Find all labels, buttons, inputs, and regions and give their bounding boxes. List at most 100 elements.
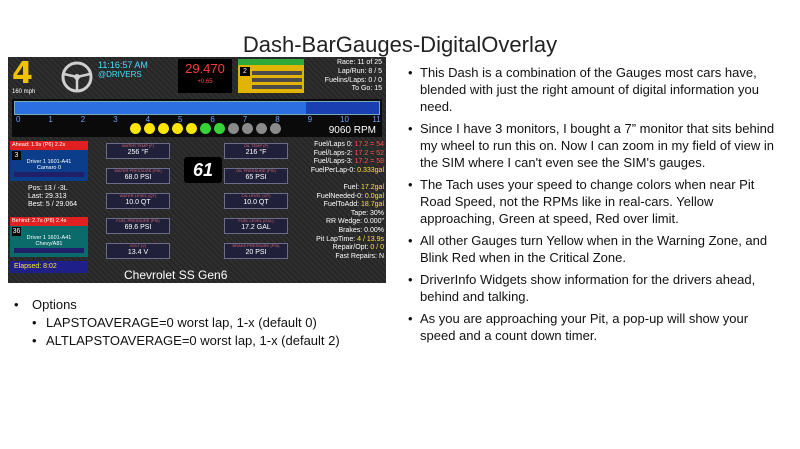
info-line: Fuel/Laps-2: 17.2 = 52 <box>278 150 384 159</box>
info-line: FuelPerLap-0: 0.333gal <box>278 167 384 176</box>
info-value: 17.2 = 52 <box>354 149 384 157</box>
info-value: 18.7gal <box>361 201 384 209</box>
gauge-value: 68.0 PSI <box>124 174 152 181</box>
gauge-value: 13.4 V <box>127 249 149 256</box>
info-value: 17.2 = 58 <box>354 158 384 166</box>
race-line: To Go: 15 <box>351 85 382 93</box>
race-info: Race: 11 of 25 Lap/Run: 8 / 5 Fuelins/La… <box>306 59 382 94</box>
info-value: 0.0gal <box>364 192 384 200</box>
tach-tick-label: 9 <box>307 115 313 124</box>
info-label: Fuel/Laps-3: <box>313 158 355 166</box>
gauge-label: WATER PRESSURE (PSI) <box>114 168 162 173</box>
shift-light <box>270 123 281 134</box>
best-lap-stat: Best: 5 / 29.064 <box>28 201 78 208</box>
pit-status-bar <box>238 59 304 65</box>
pit-widget: 2 <box>238 59 304 93</box>
bullet-item: All other Gauges turn Yellow when in the… <box>408 232 778 266</box>
bullet-item: This Dash is a combination of the Gauges… <box>408 64 778 115</box>
info-label: Repair/Opt: <box>332 244 371 252</box>
pit-badge: 2 <box>240 67 250 76</box>
shift-light <box>242 123 253 134</box>
option-item: ALTLAPSTOAVERAGE=0 worst lap, 1-x (defau… <box>14 332 340 350</box>
info-line: Fuel/Laps-3: 17.2 = 58 <box>278 158 384 167</box>
info-label: FuelToAdd: <box>323 201 362 209</box>
gauge-bar: WATER LEVEL (QT) 10.0 QT <box>106 193 170 209</box>
gauge-label: FUEL PRESSURE (PSI) <box>116 218 160 223</box>
bullet-item: DriverInfo Widgets show information for … <box>408 271 778 305</box>
clock-readout: 11:16:57 AM <box>98 60 148 70</box>
info-value: 0 / 0 <box>370 244 384 252</box>
info-line: FuelToAdd: 18.7gal <box>278 201 384 210</box>
info-line: RR Wedge: 0.000" <box>278 218 384 227</box>
drivers-tag: @DRIVERS <box>98 70 142 79</box>
gauge-label: VOLT (V) <box>129 243 147 248</box>
shift-light <box>256 123 267 134</box>
options-heading: Options <box>14 296 340 314</box>
info-line: FuelNeeded-0: 0.0gal <box>278 193 384 202</box>
gauge-label: WATER LEVEL (QT) <box>119 193 157 198</box>
shift-light <box>172 123 183 134</box>
slide-title: Dash-BarGauges-DigitalOverlay <box>242 32 558 57</box>
tach-tick-label: 6 <box>210 115 215 124</box>
bullet-item: As you are approaching your Pit, a pop-u… <box>408 310 778 344</box>
info-label: Brakes: <box>338 226 365 234</box>
rpm-readout: 9060 RPM <box>328 125 376 136</box>
info-value: 30% <box>369 209 384 217</box>
feature-bullets: This Dash is a combination of the Gauges… <box>408 64 778 349</box>
info-line: Pit LapTime: 4 / 13.9s <box>278 236 384 245</box>
info-line: Fast Repairs: N <box>278 253 384 262</box>
info-value: 17.2 = 54 <box>354 141 384 148</box>
driver-ahead-team: Camaro 0 <box>36 165 62 171</box>
info-label: RR Wedge: <box>325 218 364 226</box>
driver-behind-grid <box>14 248 84 253</box>
shift-light <box>228 123 239 134</box>
info-line <box>278 175 384 184</box>
bullet-item: Since I have 3 monitors, I bought a 7” m… <box>408 120 778 171</box>
info-label: Tape: <box>350 209 370 217</box>
info-line: Fuel/Laps 0: 17.2 = 54 <box>278 141 384 150</box>
info-value: 0.000" <box>363 218 384 226</box>
tach-tick-label: 11 <box>372 115 381 124</box>
options-list: Options LAPSTOAVERAGE=0 worst lap, 1-x (… <box>14 296 340 350</box>
gauge-bar: WATER TEMP (F) 256 °F <box>106 143 170 159</box>
fuel-delta: +0.65 <box>197 79 213 85</box>
info-line: Repair/Opt: 0 / 0 <box>278 244 384 253</box>
tach-tick-label: 1 <box>48 115 53 124</box>
gauge-value: 69.6 PSI <box>124 224 152 231</box>
gauge-bar: VOLT (V) 13.4 V <box>106 243 170 259</box>
dashboard-screenshot: 4 160 mph 11:16:57 AM @DRIVERS 29.470 +0… <box>8 57 386 283</box>
steering-wheel-icon <box>61 61 93 93</box>
gauge-value: 256 °F <box>127 149 149 156</box>
shift-light <box>186 123 197 134</box>
pit-row <box>252 78 302 82</box>
gear-indicator: 4 <box>12 57 33 91</box>
option-item: LAPSTOAVERAGE=0 worst lap, 1-x (default … <box>14 314 340 332</box>
info-label: Fuel/Laps-2: <box>313 149 355 157</box>
tach-tick-label: 10 <box>340 115 349 124</box>
bullet-item: The Tach uses your speed to change color… <box>408 176 778 227</box>
info-line: Tape: 30% <box>278 210 384 219</box>
pit-row <box>252 71 302 75</box>
shift-light <box>130 123 141 134</box>
car-name: Chevrolet SS Gen6 <box>124 268 228 282</box>
driver-ahead-header: Ahead: 1.9s (P6) 2.2s <box>10 141 88 150</box>
info-label: FuelNeeded-0: <box>316 192 365 200</box>
race-line: Race: 11 of 25 <box>336 59 382 66</box>
info-label: FuelPerLap-0: <box>310 166 358 174</box>
driver-behind-widget: Behind: 2.7s (P8) 2.4s 36 Driver 1 1601-… <box>10 217 88 257</box>
position-stat: Pos: 13 / -3L <box>28 185 68 192</box>
gauge-label: WATER TEMP (F) <box>121 143 155 148</box>
tach-tick-label: 2 <box>80 115 86 124</box>
shift-light <box>200 123 211 134</box>
info-line: Brakes: 0.00% <box>278 227 384 236</box>
tach-bar <box>14 101 380 115</box>
tach-tick-label: 0 <box>16 115 21 124</box>
driver-ahead-widget: Ahead: 1.9s (P6) 2.2s 3 Driver 1 1601-A4… <box>10 141 88 181</box>
shift-light <box>214 123 225 134</box>
gauge-bar: FUEL PRESSURE (PSI) 69.6 PSI <box>106 218 170 234</box>
gauge-bar: WATER PRESSURE (PSI) 68.0 PSI <box>106 168 170 184</box>
info-value: N <box>378 252 384 260</box>
info-line: Fuel: 17.2gal <box>278 184 384 193</box>
info-value: 0.00% <box>364 226 384 234</box>
shift-light <box>144 123 155 134</box>
